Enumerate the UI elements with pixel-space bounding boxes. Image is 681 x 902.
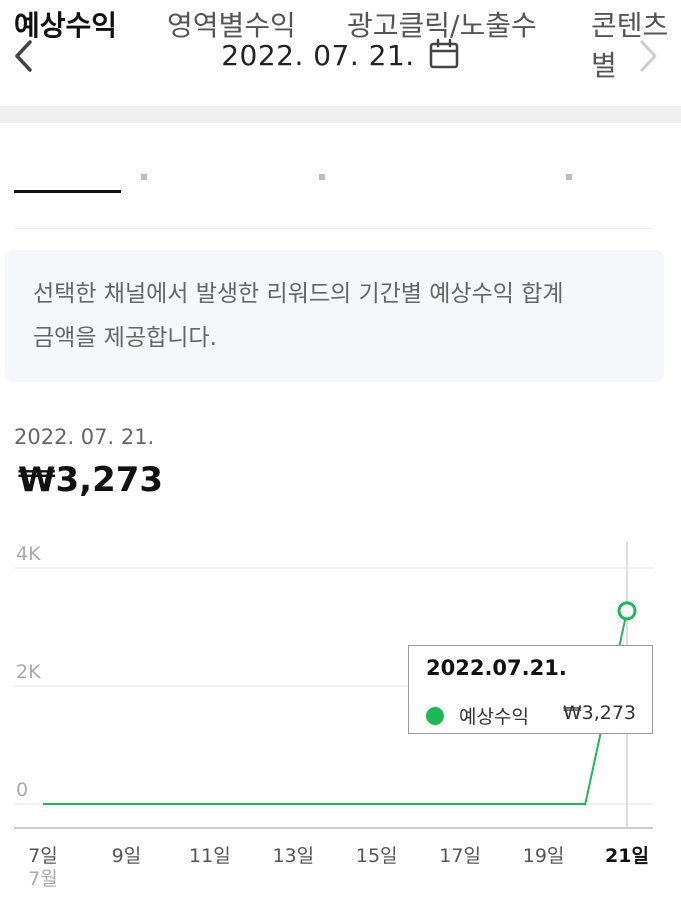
tooltip-series-name: 예상수익 <box>459 706 529 728</box>
tab-separator <box>141 174 147 180</box>
tab-clicks-impressions[interactable]: 광고클릭/노출수 <box>347 6 537 46</box>
x-tick-label: 13일 <box>272 845 314 867</box>
summary-date: 2022. 07. 21. <box>14 425 155 449</box>
tooltip-date: 2022.07.21. <box>426 656 567 680</box>
x-tick-label: 9일 <box>112 845 142 867</box>
y-tick-label: 0 <box>16 779 28 801</box>
x-tick-label: 21일 <box>605 845 649 867</box>
info-text-line-2: 금액을 제공합니다. <box>33 325 217 351</box>
info-text-line-1: 선택한 채널에서 발생한 리워드의 기간별 예상수익 합계 <box>33 281 564 307</box>
x-tick-label: 7일 <box>28 845 58 867</box>
summary-amount: ₩3,273 <box>18 460 164 500</box>
chart-tooltip: 2022.07.21. 예상수익 ₩3,273 <box>408 645 653 734</box>
series-color-dot <box>426 707 444 725</box>
section-divider <box>0 106 681 123</box>
x-tick-label: 15일 <box>356 845 398 867</box>
y-tick-label: 4K <box>16 543 41 565</box>
x-tick-label: 17일 <box>439 845 481 867</box>
tabs-divider <box>14 228 654 229</box>
tab-revenue-by-area[interactable]: 영역별수익 <box>167 6 296 46</box>
active-tab-indicator <box>14 190 121 193</box>
info-box: 선택한 채널에서 발생한 리워드의 기간별 예상수익 합계 금액을 제공합니다. <box>5 250 664 382</box>
x-month-label: 7월 <box>28 868 58 890</box>
y-tick-label: 2K <box>16 661 41 683</box>
x-tick-label: 11일 <box>189 845 231 867</box>
x-tick-label: 19일 <box>523 845 565 867</box>
tooltip-value: ₩3,273 <box>562 702 636 724</box>
tab-separator <box>319 174 325 180</box>
tab-by-content[interactable]: 콘텐츠별 <box>591 6 681 86</box>
data-point-highlight[interactable] <box>617 601 637 621</box>
tab-separator <box>566 174 572 180</box>
tab-expected-revenue[interactable]: 예상수익 <box>14 6 117 46</box>
